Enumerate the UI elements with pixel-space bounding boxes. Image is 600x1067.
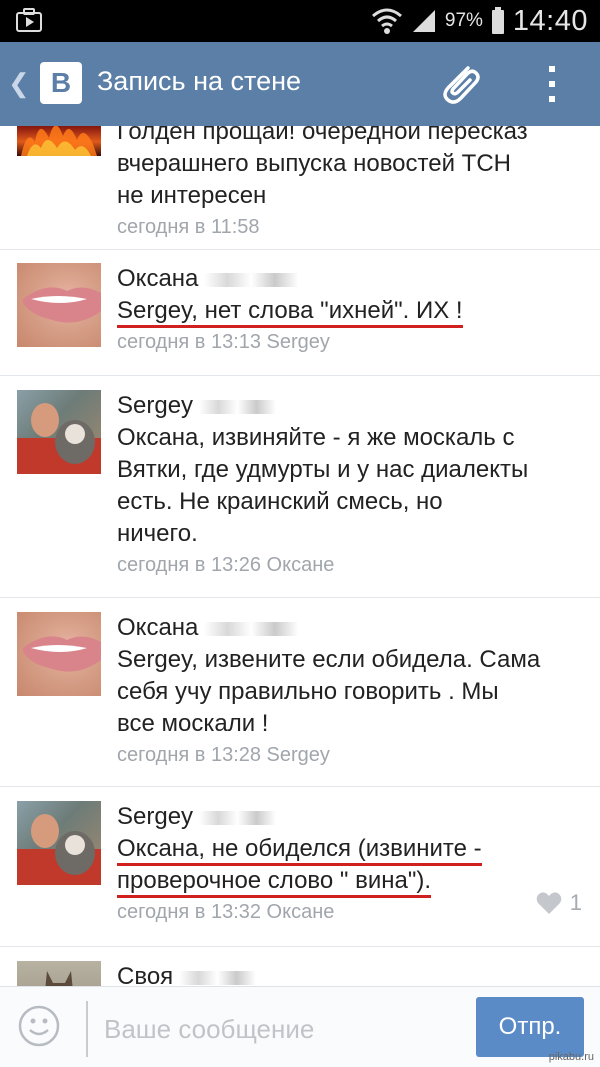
overflow-menu-icon[interactable] <box>540 64 564 104</box>
signal-icon <box>412 10 435 32</box>
red-underline-highlight: Оксана, не обиделся (извините - <box>117 835 482 866</box>
comment-author[interactable]: Sergey <box>117 801 580 833</box>
comment-item: Голден прощай! очередной пересказ вчераш… <box>0 126 600 250</box>
comment-meta[interactable]: сегодня в 13:13 Sergey <box>117 327 580 357</box>
app-bar: ❮ B Запись на стене <box>0 42 600 126</box>
comment-text: Голден прощай! очередной пересказ вчераш… <box>117 126 528 209</box>
redacted-surname <box>199 810 296 825</box>
attach-paperclip-icon[interactable] <box>434 58 486 110</box>
media-player-icon <box>16 8 42 32</box>
comment-author[interactable]: Своя <box>117 961 580 986</box>
lips-avatar[interactable] <box>17 612 101 696</box>
comment-text: Sergey, извените если обидела. Сама себя… <box>117 646 541 737</box>
wifi-icon <box>371 8 402 34</box>
redacted-surname <box>199 399 296 414</box>
message-input[interactable] <box>86 1001 476 1057</box>
redacted-surname <box>179 970 276 985</box>
comment-author[interactable]: Оксана <box>117 263 580 295</box>
battery-percent: 97% <box>444 10 483 31</box>
man-cat-avatar[interactable] <box>17 390 101 474</box>
cat-avatar[interactable] <box>17 961 101 986</box>
redacted-surname <box>204 272 323 287</box>
heart-icon <box>536 892 562 914</box>
comment-author[interactable]: Sergey <box>117 390 580 422</box>
comment-author[interactable]: Оксана <box>117 612 580 644</box>
like-count: 1 <box>569 890 582 915</box>
watermark: pikabu.ru <box>548 1051 594 1063</box>
comment-meta[interactable]: сегодня в 11:58 <box>117 212 580 242</box>
message-composer: Отпр. pikabu.ru <box>0 986 600 1067</box>
man-cat-avatar[interactable] <box>17 801 101 885</box>
clock: 14:40 <box>512 4 588 37</box>
comment-item: Своя <box>0 947 600 986</box>
comment-item: Оксана Sergey, нет слова "ихней". ИХ ! с… <box>0 249 600 376</box>
comment-text: Sergey, нет слова "ихней". ИХ ! <box>117 295 580 328</box>
red-underline-highlight: Sergey, нет слова "ихней". ИХ ! <box>117 297 463 328</box>
comment-item: Sergey Оксана, извиняйте - я же москаль … <box>0 376 600 598</box>
comment-meta[interactable]: сегодня в 13:32 Оксане <box>117 897 580 927</box>
red-underline-highlight: проверочное слово " вина"). <box>117 867 432 898</box>
comment-meta[interactable]: сегодня в 13:26 Оксане <box>117 550 580 580</box>
comments-list: Голден прощай! очередной пересказ вчераш… <box>0 126 600 986</box>
send-button[interactable]: Отпр. <box>476 997 584 1057</box>
status-bar: 97% 14:40 <box>0 0 600 42</box>
battery-icon <box>491 7 504 34</box>
like-button[interactable]: 1 <box>536 890 582 916</box>
comment-item: Sergey Оксана, не обиделся (извините - п… <box>0 787 600 947</box>
comment-text: Оксана, извиняйте - я же москаль с Вятки… <box>117 424 529 547</box>
back-chevron-icon[interactable]: ❮ <box>8 68 30 99</box>
comment-item: Оксана Sergey, извените если обидела. Са… <box>0 598 600 787</box>
page-title: Запись на стене <box>97 66 302 96</box>
comment-text: Оксана, не обиделся (извините - провероч… <box>117 833 580 898</box>
emoji-smiley-icon[interactable] <box>18 1005 60 1047</box>
vk-logo[interactable]: B <box>40 62 82 104</box>
redacted-surname <box>204 621 323 636</box>
lips-avatar[interactable] <box>17 263 101 347</box>
fire-avatar[interactable] <box>17 126 101 156</box>
comment-meta[interactable]: сегодня в 13:28 Sergey <box>117 740 580 770</box>
